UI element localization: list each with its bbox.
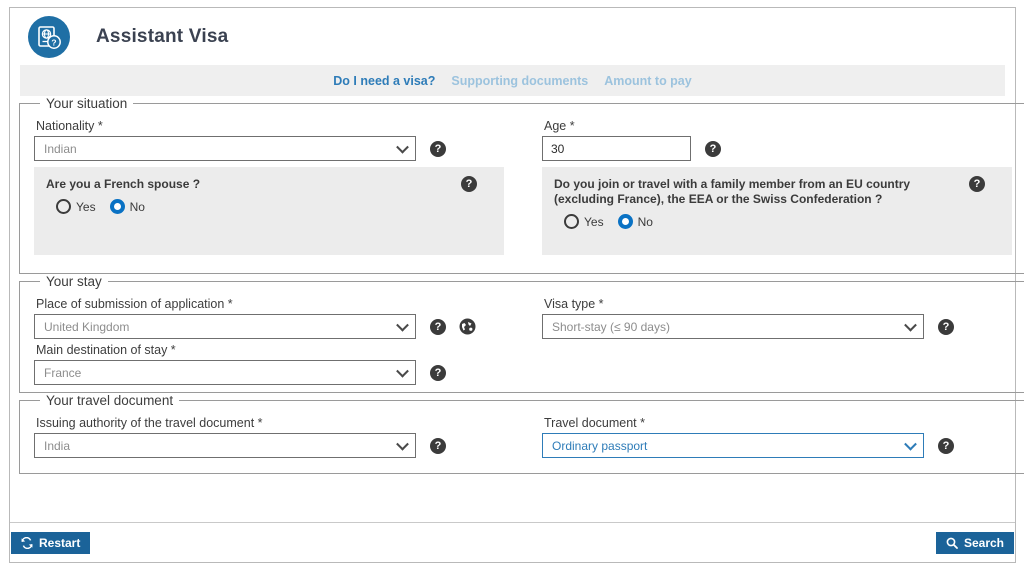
main-destination-select[interactable]: France (34, 360, 416, 385)
section-your-stay: Your stay Place of submission of applica… (19, 274, 1024, 393)
chevron-down-icon (396, 140, 409, 154)
visa-type-select[interactable]: Short-stay (≤ 90 days) (542, 314, 924, 339)
french-spouse-radio-no[interactable]: No (109, 199, 145, 214)
visa-type-label: Visa type * (544, 297, 604, 311)
radio-label-no: No (129, 199, 145, 214)
french-spouse-question: Are you a French spouse ? (46, 177, 201, 191)
main-destination-label: Main destination of stay * (36, 343, 176, 357)
issuing-authority-value: India (44, 438, 71, 453)
nationality-help-icon[interactable]: ? (430, 140, 446, 157)
globe-icon[interactable] (459, 318, 476, 335)
travel-document-help-icon[interactable]: ? (938, 437, 954, 454)
passport-globe-question-icon: ? (28, 15, 70, 58)
place-of-submission-help-icon[interactable]: ? (430, 318, 446, 335)
section-legend-stay: Your stay (46, 274, 102, 289)
visa-type-value: Short-stay (≤ 90 days) (552, 319, 670, 334)
travel-document-value: Ordinary passport (552, 438, 648, 453)
stay-right-column: Visa type * Short-stay (≤ 90 days) ? (542, 293, 1012, 385)
main-destination-help-icon[interactable]: ? (430, 364, 446, 381)
app-frame: ? Assistant Visa Do I need a visa? Suppo… (9, 7, 1024, 563)
navigation-tabs: Do I need a visa? Supporting documents A… (20, 65, 1005, 96)
document-right-column: Travel document * Ordinary passport ? (542, 412, 1012, 458)
radio-label-no: No (637, 214, 653, 229)
issuing-authority-help-icon[interactable]: ? (430, 437, 446, 454)
eu-family-question: Do you join or travel with a family memb… (554, 177, 911, 206)
radio-circle-selected-icon (109, 199, 125, 214)
restart-button[interactable]: Restart (11, 531, 91, 554)
radio-label-yes: Yes (584, 214, 604, 229)
tab-do-i-need-a-visa[interactable]: Do I need a visa? (333, 74, 435, 88)
section-your-situation: Your situation Nationality * Indian ? Ar… (19, 96, 1024, 274)
section-your-travel-document: Your travel document Issuing authority o… (19, 393, 1024, 474)
page-title: Assistant Visa (96, 25, 229, 47)
refresh-icon (21, 536, 33, 549)
tab-supporting-documents[interactable]: Supporting documents (451, 74, 588, 88)
tab-amount-to-pay[interactable]: Amount to pay (604, 74, 692, 88)
eu-family-help-icon[interactable]: ? (969, 176, 985, 192)
chevron-down-icon (904, 318, 917, 332)
document-left-column: Issuing authority of the travel document… (34, 412, 528, 458)
age-label: Age * (544, 119, 575, 133)
issuing-authority-label: Issuing authority of the travel document… (36, 416, 263, 430)
app-window: ? Assistant Visa Do I need a visa? Suppo… (0, 0, 1024, 569)
restart-button-label: Restart (39, 535, 81, 550)
visa-type-help-icon[interactable]: ? (938, 318, 954, 335)
eu-family-group: Do you join or travel with a family memb… (542, 167, 1012, 255)
chevron-down-icon (904, 437, 917, 451)
nationality-label: Nationality * (36, 119, 103, 133)
situation-left-column: Nationality * Indian ? Are you a French … (34, 115, 528, 255)
french-spouse-group: Are you a French spouse ? ? Yes No (34, 167, 504, 255)
radio-circle-icon (564, 214, 579, 229)
french-spouse-help-icon[interactable]: ? (461, 176, 477, 192)
eu-family-radio-no[interactable]: No (617, 214, 653, 229)
place-of-submission-value: United Kingdom (44, 319, 130, 334)
section-legend-situation: Your situation (46, 96, 128, 111)
chevron-down-icon (396, 437, 409, 451)
radio-circle-selected-icon (617, 214, 633, 229)
search-button[interactable]: Search (935, 531, 1014, 554)
search-icon (946, 537, 958, 549)
nationality-select[interactable]: Indian (34, 136, 416, 161)
nationality-value: Indian (44, 141, 77, 156)
radio-circle-icon (56, 199, 71, 214)
situation-right-column: Age * ? Do you join or travel with a fam… (542, 115, 1012, 255)
radio-label-yes: Yes (76, 199, 96, 214)
issuing-authority-select[interactable]: India (34, 433, 416, 458)
footer-actions: Restart Search (10, 523, 1015, 562)
chevron-down-icon (396, 364, 409, 378)
age-help-icon[interactable]: ? (705, 140, 721, 157)
french-spouse-radio-yes[interactable]: Yes (56, 199, 96, 214)
section-legend-travel-document: Your travel document (46, 393, 174, 408)
travel-document-select[interactable]: Ordinary passport (542, 433, 924, 458)
app-header: ? Assistant Visa (19, 8, 1006, 65)
chevron-down-icon (396, 318, 409, 332)
search-button-label: Search (963, 535, 1004, 550)
age-input[interactable] (542, 136, 691, 161)
eu-family-radio-yes[interactable]: Yes (564, 214, 604, 229)
stay-left-column: Place of submission of application * Uni… (34, 293, 528, 385)
place-of-submission-label: Place of submission of application * (36, 297, 233, 311)
place-of-submission-select[interactable]: United Kingdom (34, 314, 416, 339)
svg-text:?: ? (51, 37, 56, 47)
travel-document-label: Travel document * (544, 416, 645, 430)
main-destination-value: France (44, 365, 82, 380)
